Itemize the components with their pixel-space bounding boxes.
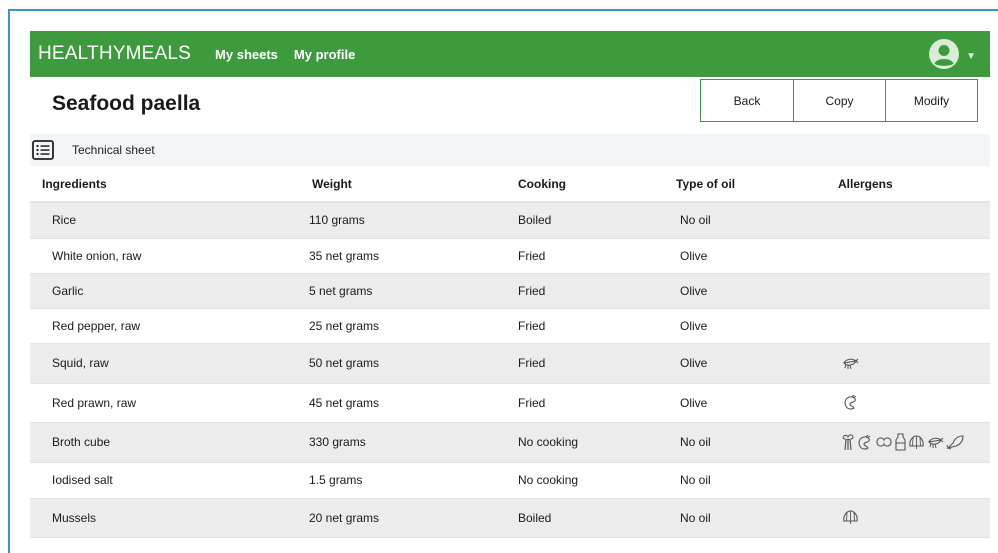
oil-cell: No oil xyxy=(662,498,822,538)
column-header-cooking[interactable]: Cooking xyxy=(506,166,662,203)
table-row[interactable]: Squid, raw 50 net grams Fried Olive xyxy=(30,343,990,384)
oil-cell: Olive xyxy=(662,383,822,423)
allergens-cell xyxy=(822,238,990,274)
weight-cell: 110 grams xyxy=(300,202,506,239)
cooking-cell: Boiled xyxy=(506,202,662,239)
table-row[interactable]: Red pepper, raw 25 net grams Fried Olive xyxy=(30,308,990,344)
weight-cell: 1.5 grams xyxy=(300,462,506,499)
peanut-icon xyxy=(875,435,893,449)
ingredient-cell: Iodised salt xyxy=(30,462,300,499)
crustacean-icon xyxy=(856,434,873,451)
user-menu[interactable]: ▼ xyxy=(928,38,976,70)
cooking-cell: Fried xyxy=(506,308,662,344)
brand-logo[interactable]: HEALTHYMEALS xyxy=(38,43,191,65)
ingredient-cell: Garlic xyxy=(30,273,300,309)
oil-cell: Olive xyxy=(662,308,822,344)
cooking-cell: Fried xyxy=(506,238,662,274)
allergens-cell xyxy=(822,343,990,384)
user-circle-icon xyxy=(929,39,960,69)
cooking-cell: Boiled xyxy=(506,498,662,538)
column-header-allergens[interactable]: Allergens xyxy=(822,166,990,203)
chevron-down-icon: ▼ xyxy=(966,50,976,62)
oil-cell: No oil xyxy=(662,462,822,499)
list-icon xyxy=(32,140,54,160)
copy-button[interactable]: Copy xyxy=(793,80,885,121)
ingredient-cell: White onion, raw xyxy=(30,238,300,274)
fish-icon xyxy=(946,434,965,450)
shellfish-icon xyxy=(908,434,925,450)
table-row[interactable]: Rice 110 grams Boiled No oil xyxy=(30,202,990,239)
nav-link-my-sheets[interactable]: My sheets xyxy=(215,47,278,62)
top-navbar: HEALTHYMEALS My sheets My profile ▼ xyxy=(30,31,990,77)
cooking-cell: Fried xyxy=(506,343,662,384)
nav-link-my-profile[interactable]: My profile xyxy=(294,47,355,62)
shellfish-icon xyxy=(842,510,859,525)
tab-label: Technical sheet xyxy=(72,143,155,157)
table-row[interactable]: Iodised salt 1.5 grams No cooking No oil xyxy=(30,462,990,499)
weight-cell: 330 grams xyxy=(300,422,506,463)
table-row[interactable]: Red prawn, raw 45 net grams Fried Olive xyxy=(30,383,990,423)
tab-bar: Technical sheet xyxy=(30,134,990,166)
modify-button[interactable]: Modify xyxy=(885,80,977,121)
cooking-cell: Fried xyxy=(506,273,662,309)
column-header-type-of-oil[interactable]: Type of oil xyxy=(662,166,822,203)
allergens-cell xyxy=(822,202,990,239)
ingredient-cell: Broth cube xyxy=(30,422,300,463)
weight-cell: 45 net grams xyxy=(300,383,506,423)
oil-cell: Olive xyxy=(662,273,822,309)
ingredient-cell: Squid, raw xyxy=(30,343,300,384)
column-header-weight[interactable]: Weight xyxy=(300,166,506,203)
back-button[interactable]: Back xyxy=(701,80,793,121)
cooking-cell: No cooking xyxy=(506,422,662,463)
page-title: Seafood paella xyxy=(52,92,201,115)
action-button-group: Back Copy Modify xyxy=(700,79,978,122)
weight-cell: 50 net grams xyxy=(300,343,506,384)
oil-cell: No oil xyxy=(662,202,822,239)
oil-cell: No oil xyxy=(662,422,822,463)
table-row[interactable]: White onion, raw 35 net grams Fried Olive xyxy=(30,238,990,274)
weight-cell: 25 net grams xyxy=(300,308,506,344)
mollusc-icon xyxy=(927,434,944,450)
column-header-ingredients[interactable]: Ingredients xyxy=(30,166,300,203)
cooking-cell: No cooking xyxy=(506,462,662,499)
crustacean-icon xyxy=(842,394,859,411)
cooking-cell: Fried xyxy=(506,383,662,423)
ingredient-cell: Red prawn, raw xyxy=(30,383,300,423)
allergens-cell xyxy=(822,498,990,538)
oil-cell: Olive xyxy=(662,238,822,274)
celery-icon xyxy=(842,433,854,451)
ingredients-table: Ingredients Weight Cooking Type of oil A… xyxy=(30,166,990,538)
table-row[interactable]: Garlic 5 net grams Fried Olive xyxy=(30,273,990,309)
allergens-cell xyxy=(822,273,990,309)
weight-cell: 35 net grams xyxy=(300,238,506,274)
allergens-cell xyxy=(822,462,990,499)
allergens-cell xyxy=(822,308,990,344)
ingredient-cell: Rice xyxy=(30,202,300,239)
mollusc-icon xyxy=(842,355,859,371)
table-row[interactable]: Broth cube 330 grams No cooking No oil xyxy=(30,422,990,463)
allergens-cell xyxy=(822,422,990,463)
oil-cell: Olive xyxy=(662,343,822,384)
tab-technical-sheet[interactable]: Technical sheet xyxy=(30,134,180,166)
ingredient-cell: Mussels xyxy=(30,498,300,538)
allergens-cell xyxy=(822,383,990,423)
weight-cell: 5 net grams xyxy=(300,273,506,309)
milk-icon xyxy=(895,433,906,451)
table-header-row: Ingredients Weight Cooking Type of oil A… xyxy=(30,166,990,203)
table-row[interactable]: Mussels 20 net grams Boiled No oil xyxy=(30,498,990,538)
ingredient-cell: Red pepper, raw xyxy=(30,308,300,344)
weight-cell: 20 net grams xyxy=(300,498,506,538)
